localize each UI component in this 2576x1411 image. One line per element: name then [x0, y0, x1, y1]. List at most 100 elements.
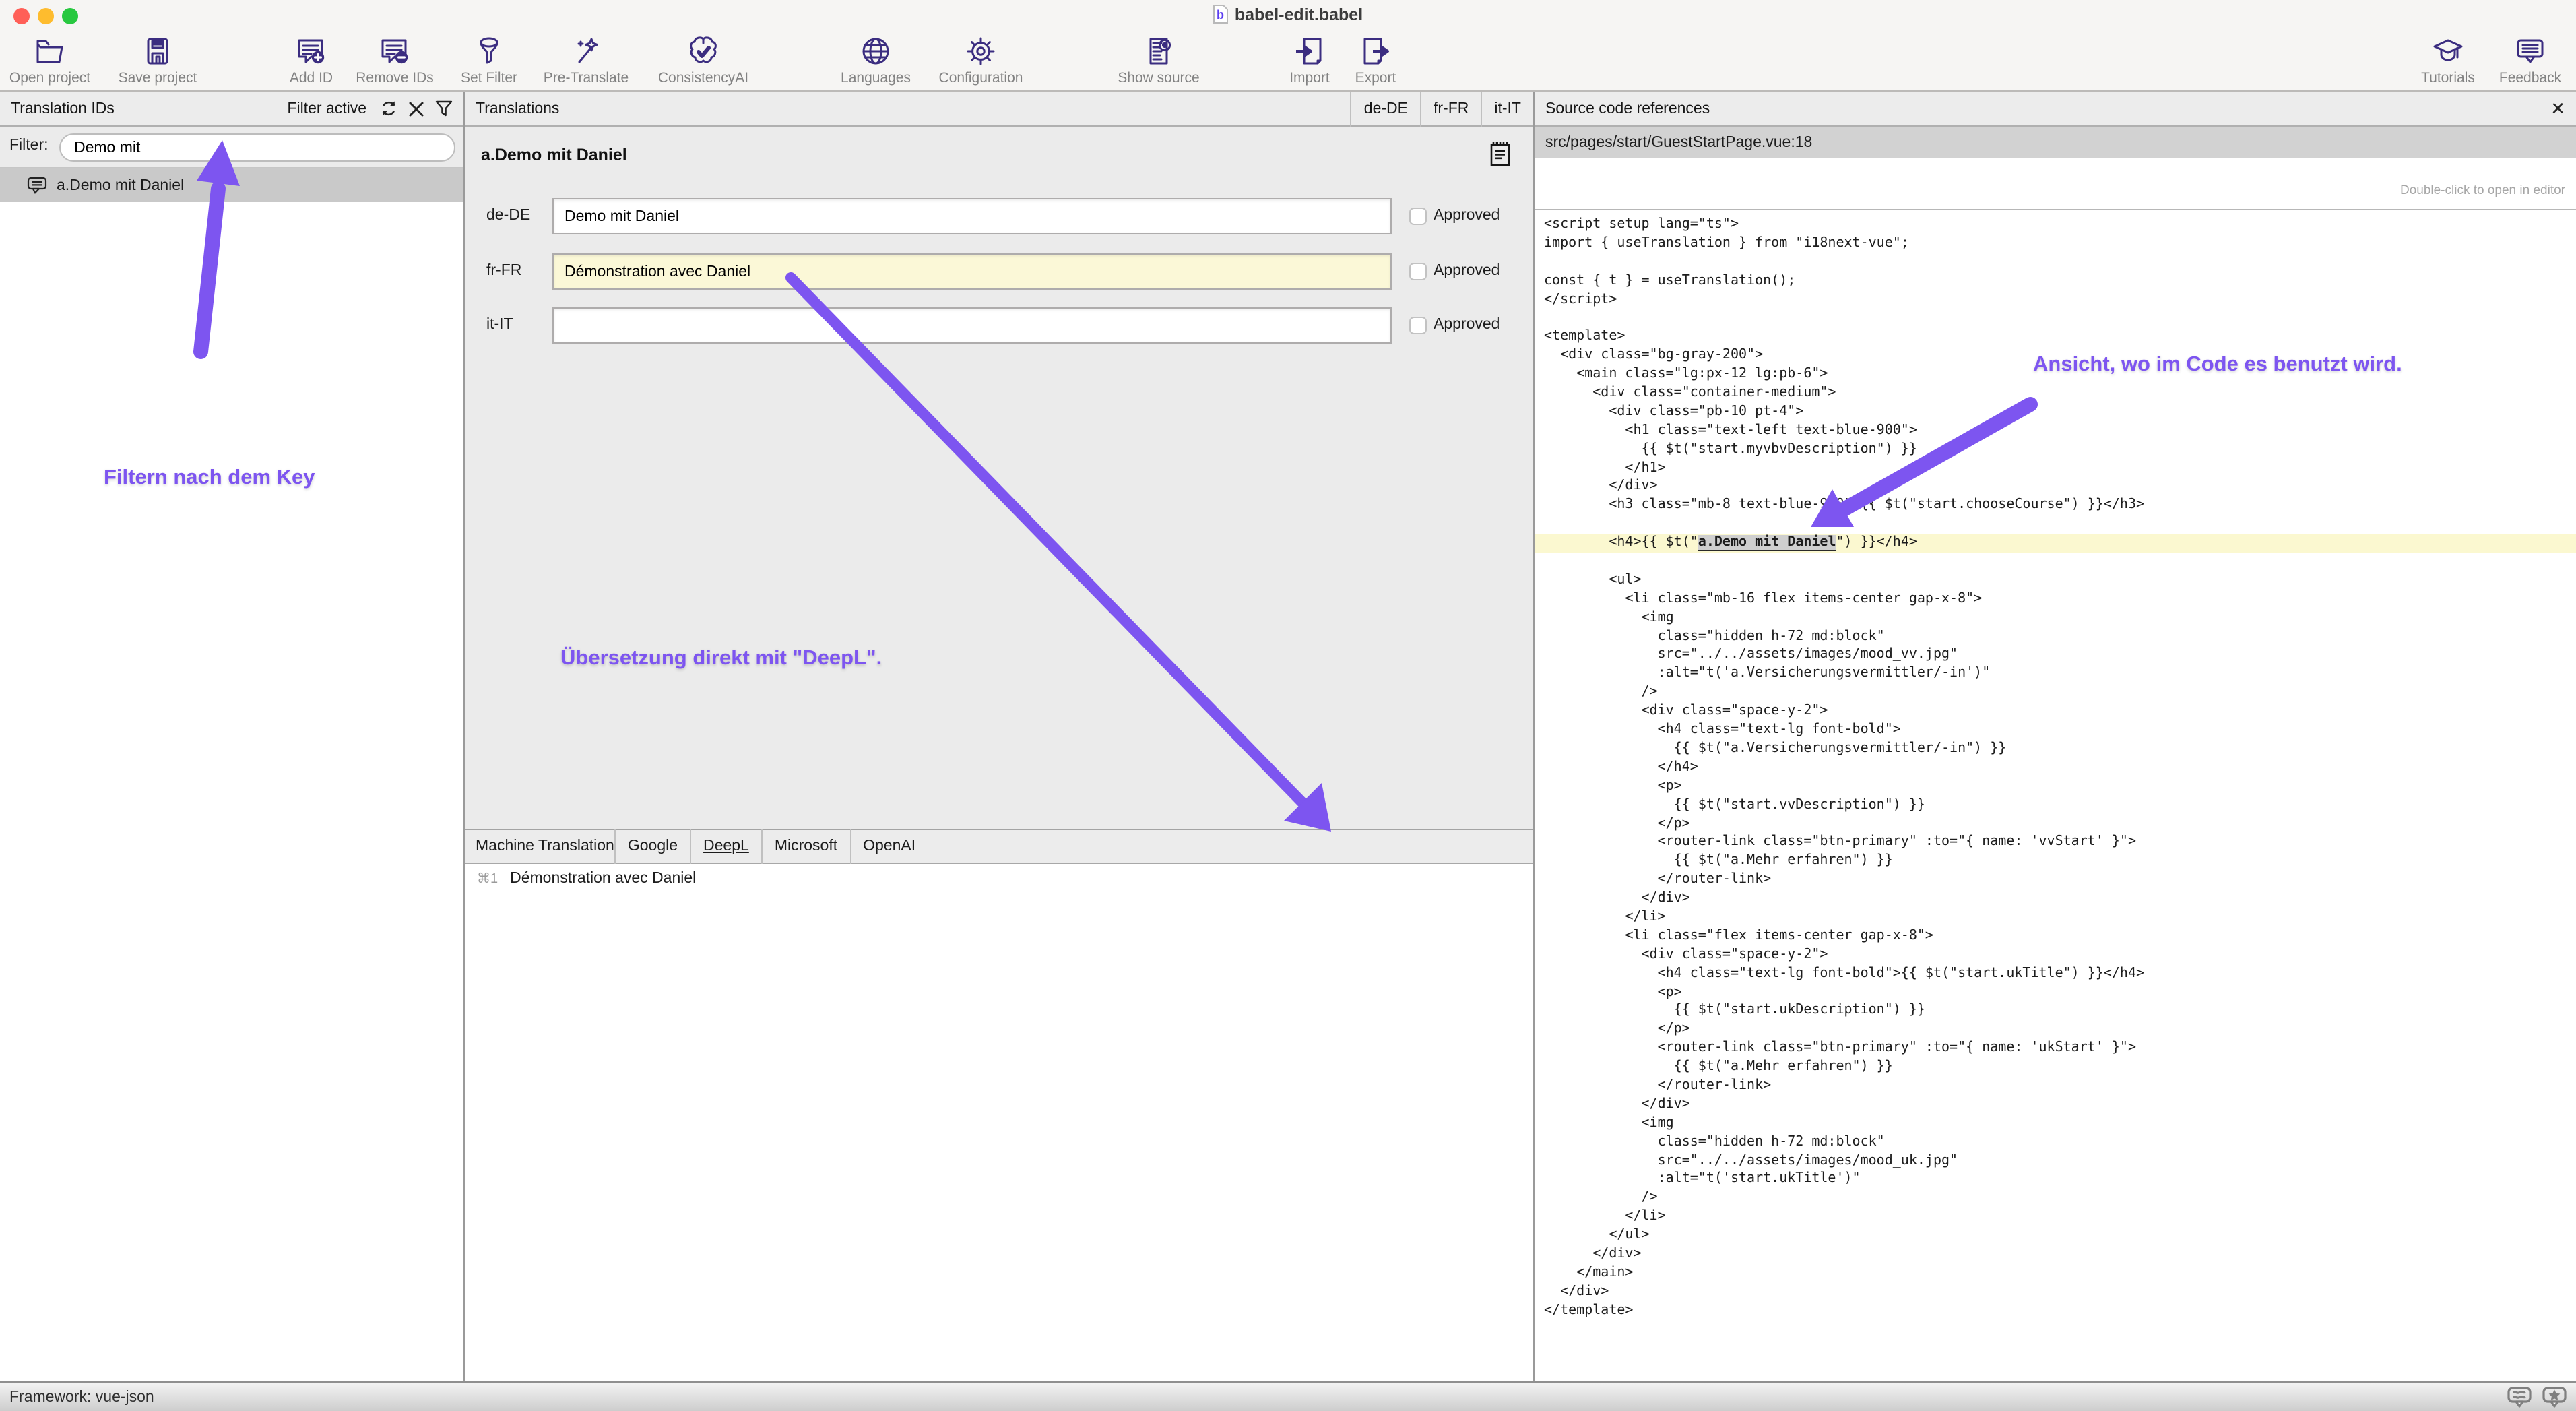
code-line: <li class="flex items-center gap-x-8">: [1544, 927, 2576, 946]
machine-translation-header: Machine Translation Google DeepL Microso…: [465, 829, 1533, 864]
code-line: import { useTranslation } from "i18next-…: [1544, 234, 2576, 253]
translation-input-it-IT[interactable]: [552, 307, 1392, 344]
code-line: <h4 class="text-lg font-bold">{{ $t("sta…: [1544, 964, 2576, 983]
code-line: <div class="space-y-2">: [1544, 702, 2576, 721]
code-line: </div>: [1544, 478, 2576, 497]
export-button[interactable]: Export: [1308, 34, 1443, 86]
code-line: </router-link>: [1544, 871, 2576, 889]
code-line: </h4>: [1544, 759, 2576, 778]
code-line: <div class="space-y-2">: [1544, 945, 2576, 964]
mt-tab-openai[interactable]: OpenAI: [849, 829, 928, 864]
translation-input-fr-FR[interactable]: [552, 253, 1392, 290]
source-code-header: Source code references ✕: [1535, 92, 2576, 127]
pre-translate-button[interactable]: Pre-Translate: [519, 34, 653, 86]
code-line: />: [1544, 684, 2576, 703]
translation-input-de-DE[interactable]: [552, 198, 1392, 234]
code-line: [1544, 515, 2576, 534]
code-line: :alt="t('start.ukTitle')": [1544, 1170, 2576, 1189]
app-window: bbabel-edit.babel Open project Save proj…: [0, 0, 2576, 1411]
source-code-panel: Source code references ✕ src/pages/start…: [1535, 92, 2576, 1381]
filter-active-label: Filter active: [287, 100, 366, 117]
lang-tab-de-DE[interactable]: de-DE: [1351, 91, 1420, 126]
code-line: <h1 class="text-left text-blue-900">: [1544, 422, 2576, 441]
code-line: <ul>: [1544, 571, 2576, 590]
code-line: <p>: [1544, 983, 2576, 1002]
titlebar-toolbar: bbabel-edit.babel Open project Save proj…: [0, 0, 2576, 92]
code-line: </script>: [1544, 290, 2576, 309]
lang-tab-it-IT[interactable]: it-IT: [1481, 91, 1533, 126]
babel-file-icon: b: [1213, 4, 1229, 24]
approved-label-de-DE: Approved: [1434, 208, 1500, 224]
approved-checkbox-fr-FR[interactable]: [1409, 263, 1427, 280]
shortcut-badge: ⌘1: [477, 871, 498, 886]
save-project-button[interactable]: Save project: [90, 34, 225, 86]
machine-translation-result: Démonstration avec Daniel: [510, 871, 696, 887]
approved-checkbox-it-IT[interactable]: [1409, 317, 1427, 334]
code-line: class="hidden h-72 md:block": [1544, 627, 2576, 646]
mt-tab-deepl[interactable]: DeepL: [690, 829, 761, 864]
filter-input[interactable]: [59, 133, 455, 162]
translations-panel: Translations de-DE fr-FR it-IT a.Demo mi…: [465, 92, 1535, 1381]
notes-icon[interactable]: [1489, 140, 1512, 167]
code-line: </ul>: [1544, 1226, 2576, 1245]
svg-text:b: b: [1217, 8, 1225, 22]
code-line: [1544, 253, 2576, 272]
code-line: <img: [1544, 1115, 2576, 1133]
clear-filter-icon[interactable]: [408, 100, 424, 117]
main-area: Translation IDs Filter active Filter: a.…: [0, 92, 2576, 1381]
code-line: <img: [1544, 608, 2576, 627]
code-line: <li class="mb-16 flex items-center gap-x…: [1544, 590, 2576, 609]
code-line: {{ $t("a.Mehr erfahren") }}: [1544, 1058, 2576, 1077]
translation-ids-panel: Translation IDs Filter active Filter: a.…: [0, 92, 465, 1381]
configuration-button[interactable]: Configuration: [913, 34, 1048, 86]
code-line: </h1>: [1544, 459, 2576, 478]
approved-checkbox-de-DE[interactable]: [1409, 208, 1427, 225]
code-line: </li>: [1544, 908, 2576, 927]
code-line: </main>: [1544, 1264, 2576, 1283]
row-label-it-IT: it-IT: [486, 317, 546, 333]
approved-label-fr-FR: Approved: [1434, 263, 1500, 279]
code-line: <h4>{{ $t("a.Demo mit Daniel") }}</h4>: [1535, 534, 2576, 553]
code-line: :alt="t('a.Versicherungsvermittler/-in')…: [1544, 665, 2576, 684]
source-file-reference[interactable]: src/pages/start/GuestStartPage.vue:18: [1535, 127, 2576, 158]
machine-translation-result-row[interactable]: ⌘1 Démonstration avec Daniel: [477, 871, 696, 887]
filter-row: Filter:: [0, 127, 463, 168]
refresh-icon[interactable]: [380, 100, 397, 117]
translation-id-list-item[interactable]: a.Demo mit Daniel: [0, 168, 463, 202]
code-line: [1544, 309, 2576, 328]
code-line: />: [1544, 1189, 2576, 1208]
close-panel-icon[interactable]: ✕: [2550, 100, 2565, 117]
code-line: <router-link class="btn-primary" :to="{ …: [1544, 1039, 2576, 1058]
code-line: const { t } = useTranslation();: [1544, 272, 2576, 290]
star-bubble-icon[interactable]: [2542, 1386, 2567, 1408]
code-line: <p>: [1544, 777, 2576, 796]
code-lines: <script setup lang="ts">import { useTran…: [1544, 216, 2576, 1320]
translation-ids-header: Translation IDs Filter active: [0, 92, 463, 127]
code-line: class="hidden h-72 md:block": [1544, 1133, 2576, 1152]
consistency-ai-button[interactable]: ConsistencyAI: [636, 34, 771, 86]
mt-tab-microsoft[interactable]: Microsoft: [761, 829, 849, 864]
framework-status: Framework: vue-json: [9, 1389, 154, 1405]
show-source-button[interactable]: Show source: [1091, 34, 1226, 86]
code-line: </div>: [1544, 889, 2576, 908]
code-line: <script setup lang="ts">: [1544, 216, 2576, 234]
highlighted-translation-key[interactable]: a.Demo mit Daniel: [1698, 535, 1836, 551]
code-line: <template>: [1544, 328, 2576, 347]
feedback-button[interactable]: Feedback: [2463, 34, 2576, 86]
row-label-fr-FR: fr-FR: [486, 263, 546, 279]
code-line: </template>: [1544, 1301, 2576, 1320]
code-line: </div>: [1544, 1283, 2576, 1302]
translation-id-label: a.Demo mit Daniel: [57, 177, 184, 193]
approved-label-it-IT: Approved: [1434, 317, 1500, 333]
code-line: {{ $t("a.Versicherungsvermittler/-in") }…: [1544, 740, 2576, 759]
lang-tab-fr-FR[interactable]: fr-FR: [1420, 91, 1481, 126]
filter-funnel-icon[interactable]: [435, 100, 453, 117]
divider: [1535, 209, 2576, 210]
mt-tab-google[interactable]: Google: [614, 829, 690, 864]
code-line: src="../../assets/images/mood_vv.jpg": [1544, 646, 2576, 665]
annotation-deepl: Übersetzung direkt mit "DeepL".: [560, 647, 882, 671]
waves-bubble-icon[interactable]: [2507, 1386, 2532, 1408]
code-line: </div>: [1544, 1096, 2576, 1115]
row-label-de-DE: de-DE: [486, 208, 546, 224]
source-code-title: Source code references: [1545, 100, 1710, 117]
